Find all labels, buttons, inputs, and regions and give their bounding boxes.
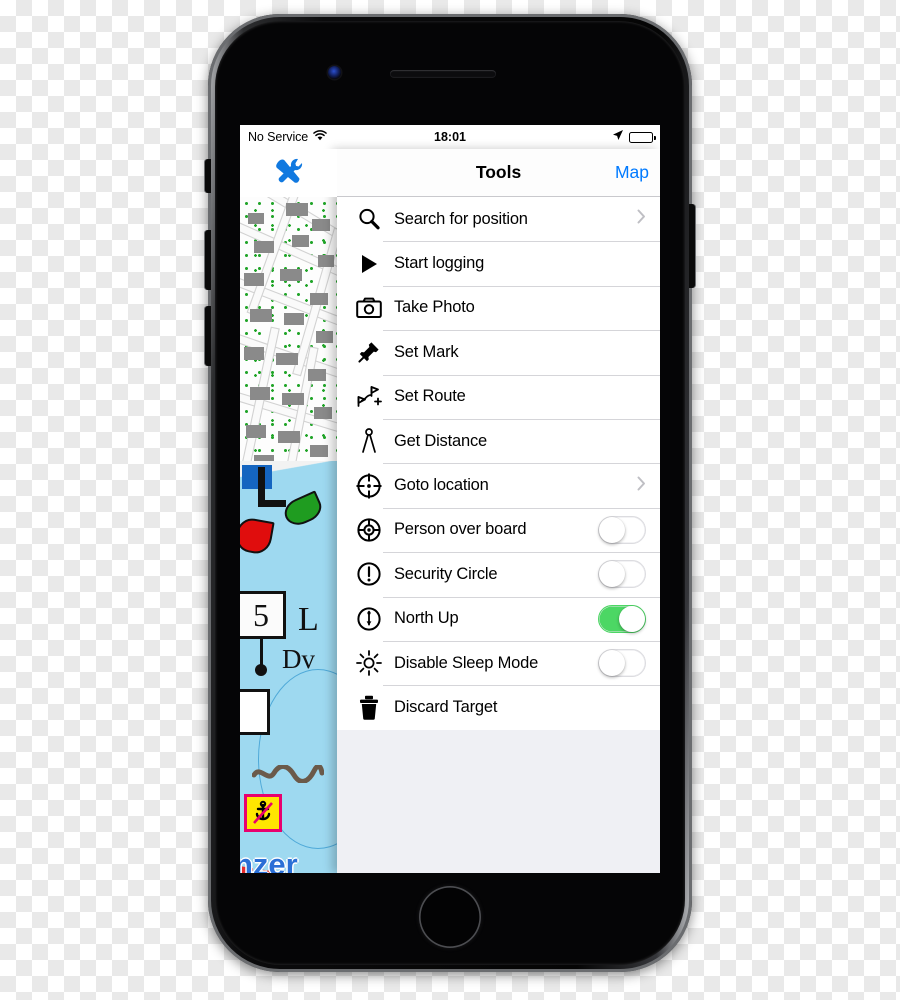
list-item-label: Set Route — [394, 387, 466, 406]
chart-symbol-box — [240, 689, 270, 735]
compass-needle-icon — [349, 606, 389, 632]
disable-sleep-mode-toggle[interactable] — [598, 649, 646, 678]
tools-button[interactable] — [240, 149, 337, 197]
dividers-icon — [349, 428, 389, 454]
navigation-bar: Tools Map — [337, 149, 660, 197]
list-item-goto-location[interactable]: Goto location — [337, 463, 660, 508]
list-item-label: Discard Target — [394, 697, 498, 716]
list-item-set-mark[interactable]: Set Mark — [337, 330, 660, 375]
status-bar: No Service 18:01 — [240, 125, 660, 149]
depth-leader-line — [260, 639, 263, 667]
list-item-label: Security Circle — [394, 564, 498, 583]
map-pier — [258, 467, 286, 507]
list-item-label: Take Photo — [394, 298, 475, 317]
status-bar-clock: 18:01 — [434, 130, 466, 144]
camera-icon — [349, 297, 389, 319]
list-item-label: Person over board — [394, 520, 527, 539]
map-button[interactable]: Map — [615, 162, 649, 183]
tools-list: Search for position Start logging Take P… — [337, 197, 660, 730]
status-bar-right — [612, 128, 656, 146]
person-over-board-toggle[interactable] — [598, 515, 646, 544]
list-footer-space — [337, 729, 660, 858]
lifebuoy-icon — [349, 517, 389, 543]
list-item-get-distance[interactable]: Get Distance — [337, 418, 660, 464]
list-item-person-over-board[interactable]: Person over board — [337, 507, 660, 553]
chevron-right-icon — [637, 209, 646, 229]
security-circle-toggle[interactable] — [598, 560, 646, 589]
list-item-disable-sleep-mode[interactable]: Disable Sleep Mode — [337, 640, 660, 686]
chevron-right-icon — [637, 476, 646, 496]
exclamation-circle-icon — [349, 561, 389, 587]
trash-icon — [349, 695, 389, 720]
list-item-label: Start logging — [394, 254, 485, 273]
list-item-start-logging[interactable]: Start logging — [337, 241, 660, 286]
tools-hammer-wrench-icon — [273, 156, 305, 191]
route-flags-plus-icon — [349, 385, 389, 409]
list-item-label: Get Distance — [394, 431, 487, 450]
tools-panel: Tools Map Search for position Start logg… — [337, 149, 660, 873]
sun-icon — [349, 650, 389, 676]
phone-device: No Service 18:01 5 L Dv nzer Tools Map S… — [205, 14, 695, 972]
list-item-discard-target[interactable]: Discard Target — [337, 685, 660, 730]
map-view[interactable]: 5 L Dv nzer — [240, 149, 337, 873]
front-camera-icon — [328, 66, 341, 79]
list-item-label: Set Mark — [394, 342, 459, 361]
power-button[interactable] — [689, 204, 695, 288]
depth-position-dot — [255, 664, 267, 676]
map-land-area — [240, 172, 337, 477]
list-item-take-photo[interactable]: Take Photo — [337, 285, 660, 331]
list-item-security-circle[interactable]: Security Circle — [337, 552, 660, 597]
screenshot-canvas: No Service 18:01 5 L Dv nzer Tools Map S… — [0, 0, 900, 1000]
magnifier-icon — [349, 207, 389, 231]
play-icon — [349, 253, 389, 275]
silent-switch[interactable] — [205, 159, 211, 193]
diving-label: Dv — [282, 644, 315, 674]
no-anchoring-sign-icon — [244, 794, 282, 832]
list-item-set-route[interactable]: Set Route — [337, 374, 660, 419]
list-item-north-up[interactable]: North Up — [337, 596, 660, 641]
battery-full-icon — [629, 131, 656, 143]
list-item-label: Goto location — [394, 476, 489, 495]
pushpin-icon — [349, 340, 389, 364]
list-item-label: Search for position — [394, 209, 528, 228]
depth-label-box: 5 — [240, 591, 286, 639]
map-place-label-1: nzer — [240, 847, 298, 873]
light-label: L — [298, 601, 319, 638]
home-button[interactable] — [419, 886, 481, 948]
page-title: Tools — [475, 162, 522, 182]
earpiece-speaker-icon — [390, 70, 496, 78]
phone-screen: No Service 18:01 5 L Dv nzer Tools Map S… — [240, 125, 660, 873]
location-arrow-icon — [612, 128, 624, 146]
list-item-label: Disable Sleep Mode — [394, 653, 539, 672]
list-item-label: North Up — [394, 609, 459, 628]
crosshair-icon — [349, 473, 389, 499]
list-item-search-for-position[interactable]: Search for position — [337, 197, 660, 242]
wreck-symbol-icon — [251, 763, 325, 784]
volume-up-button[interactable] — [205, 230, 211, 290]
volume-down-button[interactable] — [205, 306, 211, 366]
north-up-toggle[interactable] — [598, 604, 646, 633]
